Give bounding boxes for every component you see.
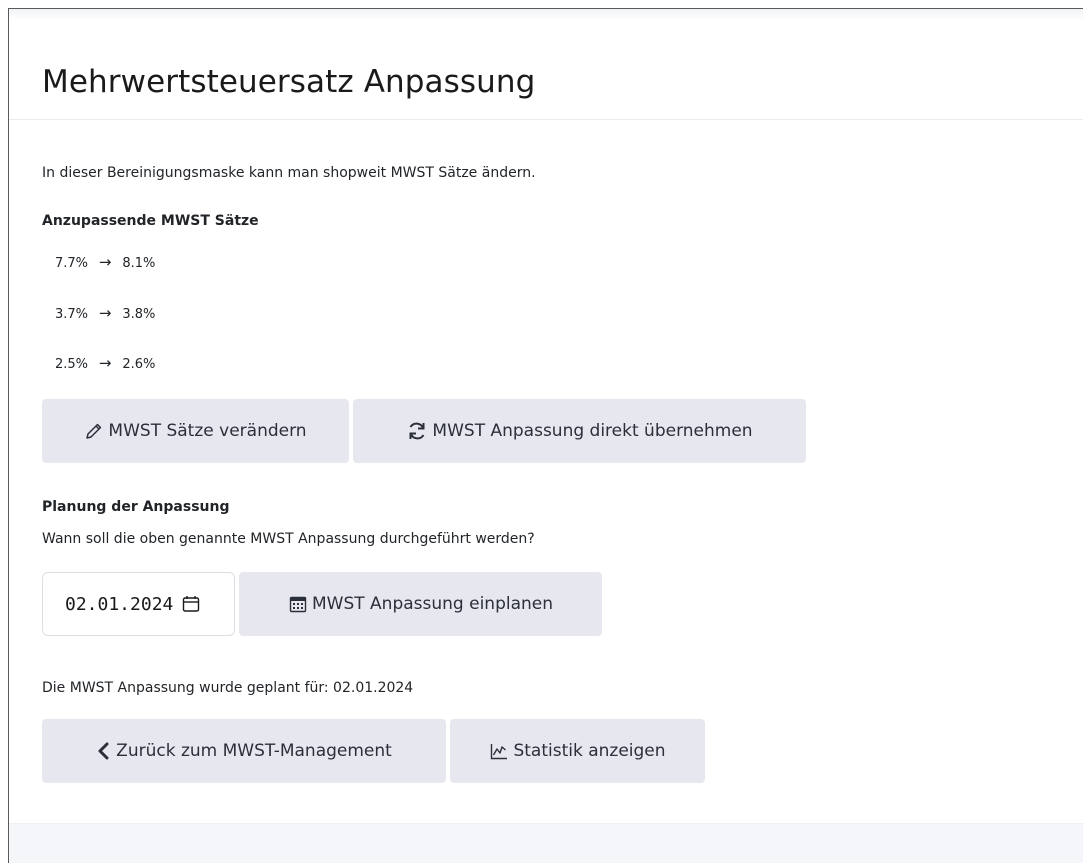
rate-to: 2.6% xyxy=(122,357,156,372)
footer xyxy=(9,823,1083,863)
back-button[interactable]: Zurück zum MWST-Management xyxy=(42,719,446,783)
rate-from: 3.7% xyxy=(55,307,89,322)
rate-row: 3.7% → 3.8% xyxy=(55,304,156,322)
line-chart-icon xyxy=(489,741,509,761)
top-bar xyxy=(9,9,1083,21)
calendar-icon[interactable] xyxy=(181,594,201,614)
statistics-button[interactable]: Statistik anzeigen xyxy=(450,719,705,783)
apply-rates-label: MWST Anpassung direkt übernehmen xyxy=(432,421,753,441)
rate-row: 7.7% → 8.1% xyxy=(55,253,156,271)
planning-heading: Planung der Anpassung xyxy=(42,499,230,515)
refresh-icon xyxy=(406,420,428,442)
schedule-label: MWST Anpassung einplanen xyxy=(311,594,554,614)
back-label: Zurück zum MWST-Management xyxy=(116,741,392,761)
arrow-right-icon: → xyxy=(98,354,112,372)
chevron-left-icon xyxy=(96,742,112,760)
pencil-icon xyxy=(84,421,104,441)
schedule-status: Die MWST Anpassung wurde geplant für: 02… xyxy=(42,680,414,696)
date-value: 02.01.2024 xyxy=(65,593,174,615)
rates-heading: Anzupassende MWST Sätze xyxy=(42,213,259,229)
arrow-right-icon: → xyxy=(98,304,112,322)
planning-question: Wann soll die oben genannte MWST Anpassu… xyxy=(42,531,535,547)
rate-from: 2.5% xyxy=(55,357,89,372)
rate-row: 2.5% → 2.6% xyxy=(55,354,156,372)
page-title: Mehrwertsteuersatz Anpassung xyxy=(42,64,536,100)
edit-rates-label: MWST Sätze verändern xyxy=(108,421,307,441)
statistics-label: Statistik anzeigen xyxy=(513,741,666,761)
date-field[interactable]: 02.01.2024 xyxy=(42,572,235,636)
page-header: Mehrwertsteuersatz Anpassung xyxy=(9,21,1083,120)
schedule-button[interactable]: MWST Anpassung einplanen xyxy=(239,572,602,636)
edit-rates-button[interactable]: MWST Sätze verändern xyxy=(42,399,349,463)
rate-from: 7.7% xyxy=(55,256,89,271)
app-frame: Mehrwertsteuersatz Anpassung In dieser B… xyxy=(8,8,1083,863)
intro-text: In dieser Bereinigungsmaske kann man sho… xyxy=(42,165,536,181)
arrow-right-icon: → xyxy=(98,253,112,271)
apply-rates-button[interactable]: MWST Anpassung direkt übernehmen xyxy=(353,399,806,463)
rate-to: 3.8% xyxy=(122,307,156,322)
rate-to: 8.1% xyxy=(122,256,156,271)
calendar-grid-icon xyxy=(288,594,308,614)
